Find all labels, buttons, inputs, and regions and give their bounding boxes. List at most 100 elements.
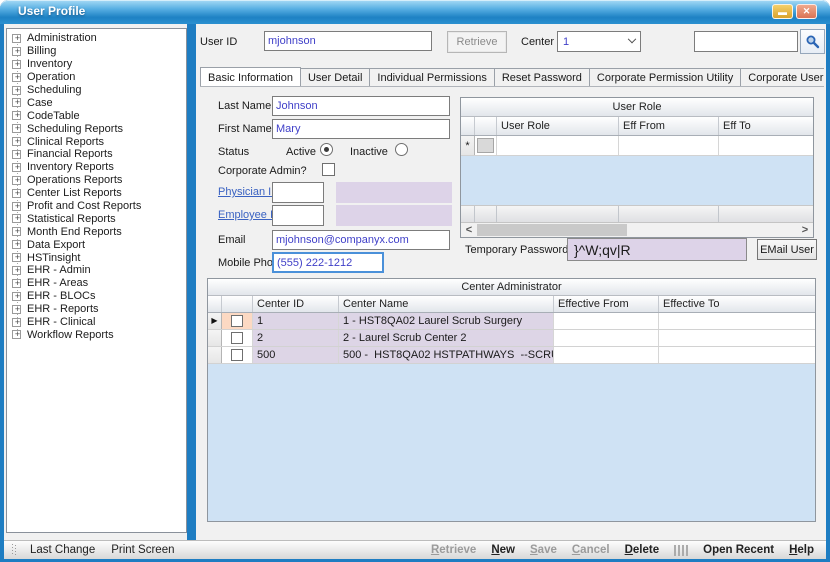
print-screen-button[interactable]: Print Screen <box>111 544 174 556</box>
expand-plus-icon[interactable] <box>12 253 21 262</box>
tree-item-inventory-reports[interactable]: Inventory Reports <box>7 161 186 174</box>
temporary-password-field[interactable]: }^W;qv|R <box>567 238 747 261</box>
inactive-radio[interactable] <box>395 143 408 156</box>
row-selector-cell[interactable] <box>208 330 222 346</box>
tree-item-ehr-reports[interactable]: EHR - Reports <box>7 303 186 316</box>
corporate-admin-checkbox[interactable] <box>322 163 335 176</box>
tree-item-ehr-areas[interactable]: EHR - Areas <box>7 277 186 290</box>
tree-item-ehr-clinical[interactable]: EHR - Clinical <box>7 316 186 329</box>
email-input[interactable] <box>272 230 450 250</box>
eff-to-column-header[interactable]: Eff To <box>719 117 813 135</box>
expand-plus-icon[interactable] <box>12 318 21 327</box>
eff-from-column-header[interactable]: Eff From <box>619 117 719 135</box>
tab-basic-information[interactable]: Basic Information <box>200 67 301 87</box>
tree-item-month-end-reports[interactable]: Month End Reports <box>7 225 186 238</box>
row-checkbox[interactable] <box>231 349 243 361</box>
tree-item-statistical-reports[interactable]: Statistical Reports <box>7 212 186 225</box>
tree-item-scheduling[interactable]: Scheduling <box>7 84 186 97</box>
expand-plus-icon[interactable] <box>12 150 21 159</box>
tree-item-case[interactable]: Case <box>7 96 186 109</box>
expand-plus-icon[interactable] <box>12 214 21 223</box>
tree-item-operation[interactable]: Operation <box>7 71 186 84</box>
tree-item-hstinsight[interactable]: HSTinsight <box>7 251 186 264</box>
user-role-horizontal-scrollbar[interactable]: < > <box>461 222 813 237</box>
tree-item-codetable[interactable]: CodeTable <box>7 109 186 122</box>
effective-from-cell[interactable] <box>554 330 659 346</box>
scrollbar-thumb[interactable] <box>477 224 627 236</box>
effective-to-cell[interactable] <box>659 330 815 346</box>
expand-plus-icon[interactable] <box>12 47 21 56</box>
open-recent-button[interactable]: Open Recent <box>703 544 774 556</box>
tree-item-financial-reports[interactable]: Financial Reports <box>7 148 186 161</box>
statusbar-retrieve-button[interactable]: Retrieve <box>431 544 476 556</box>
tree-item-workflow-reports[interactable]: Workflow Reports <box>7 328 186 341</box>
new-row-eff-from-cell[interactable] <box>619 136 719 155</box>
center-name-cell[interactable]: 500 - HST8QA02 HSTPATHWAYS --SCRUBBED S <box>339 347 554 363</box>
center-id-cell[interactable]: 500 <box>253 347 339 363</box>
expand-plus-icon[interactable] <box>12 86 21 95</box>
tree-item-operations-reports[interactable]: Operations Reports <box>7 174 186 187</box>
center-id-column-header[interactable]: Center ID <box>253 296 339 312</box>
expand-plus-icon[interactable] <box>12 330 21 339</box>
mobile-phone-input[interactable] <box>272 252 384 273</box>
minimize-button[interactable]: ▬ <box>772 4 793 19</box>
row-checkbox-cell[interactable] <box>222 347 253 363</box>
tab-reset-password[interactable]: Reset Password <box>494 68 590 86</box>
expand-plus-icon[interactable] <box>12 137 21 146</box>
effective-from-column-header[interactable]: Effective From <box>554 296 659 312</box>
tree-item-inventory[interactable]: Inventory <box>7 58 186 71</box>
tree-item-scheduling-reports[interactable]: Scheduling Reports <box>7 122 186 135</box>
scrollbar-track[interactable] <box>477 223 797 237</box>
close-button[interactable]: ✕ <box>796 4 817 19</box>
statusbar-new-button[interactable]: New <box>491 544 515 556</box>
row-checkbox-cell[interactable] <box>222 313 253 329</box>
expand-plus-icon[interactable] <box>12 60 21 69</box>
new-row-button-cell[interactable] <box>475 136 497 155</box>
user-id-input[interactable] <box>264 31 432 51</box>
last-change-button[interactable]: Last Change <box>30 544 95 556</box>
expand-plus-icon[interactable] <box>12 227 21 236</box>
center-dropdown[interactable]: 1 <box>557 31 641 52</box>
last-name-input[interactable] <box>272 96 450 116</box>
user-role-new-row[interactable]: * <box>461 136 813 156</box>
center-id-cell[interactable]: 2 <box>253 330 339 346</box>
center-id-cell[interactable]: 1 <box>253 313 339 329</box>
effective-to-cell[interactable] <box>659 347 815 363</box>
scroll-left-icon[interactable]: < <box>461 223 477 237</box>
row-selector-header[interactable] <box>208 296 222 312</box>
tree-item-ehr-blocs[interactable]: EHR - BLOCs <box>7 290 186 303</box>
help-button[interactable]: Help <box>789 544 814 556</box>
new-row-eff-to-cell[interactable] <box>719 136 813 155</box>
tab-corporate-user-role-utility[interactable]: Corporate User Role Utility <box>740 68 824 86</box>
tab-individual-permissions[interactable]: Individual Permissions <box>369 68 494 86</box>
tree-item-billing[interactable]: Billing <box>7 45 186 58</box>
tree-item-clinical-reports[interactable]: Clinical Reports <box>7 135 186 148</box>
button-column-header[interactable] <box>475 117 497 135</box>
row-selector-cell[interactable] <box>208 347 222 363</box>
scroll-right-icon[interactable]: > <box>797 223 813 237</box>
tree-item-center-list-reports[interactable]: Center List Reports <box>7 187 186 200</box>
tree-item-data-export[interactable]: Data Export <box>7 238 186 251</box>
expand-plus-icon[interactable] <box>12 34 21 43</box>
search-button[interactable] <box>800 29 825 54</box>
statusbar-cancel-button[interactable]: Cancel <box>572 544 610 556</box>
effective-from-cell[interactable] <box>554 313 659 329</box>
center-name-column-header[interactable]: Center Name <box>339 296 554 312</box>
center-name-cell[interactable]: 1 - HST8QA02 Laurel Scrub Surgery <box>339 313 554 329</box>
tab-corporate-permission-utility[interactable]: Corporate Permission Utility <box>589 68 741 86</box>
panel-splitter[interactable] <box>187 24 196 540</box>
center-name-cell[interactable]: 2 - Laurel Scrub Center 2 <box>339 330 554 346</box>
effective-to-cell[interactable] <box>659 313 815 329</box>
expand-plus-icon[interactable] <box>12 292 21 301</box>
expand-plus-icon[interactable] <box>12 124 21 133</box>
tab-user-detail[interactable]: User Detail <box>300 68 370 86</box>
retrieve-button[interactable]: Retrieve <box>447 31 507 53</box>
physician-id-input[interactable] <box>272 182 324 203</box>
row-checkbox[interactable] <box>231 315 243 327</box>
email-user-button[interactable]: EMail User <box>757 239 817 260</box>
center-admin-row[interactable]: 500 500 - HST8QA02 HSTPATHWAYS --SCRUBBE… <box>208 347 815 364</box>
expand-plus-icon[interactable] <box>12 98 21 107</box>
statusbar-save-button[interactable]: Save <box>530 544 557 556</box>
active-radio[interactable] <box>320 143 333 156</box>
expand-plus-icon[interactable] <box>12 266 21 275</box>
